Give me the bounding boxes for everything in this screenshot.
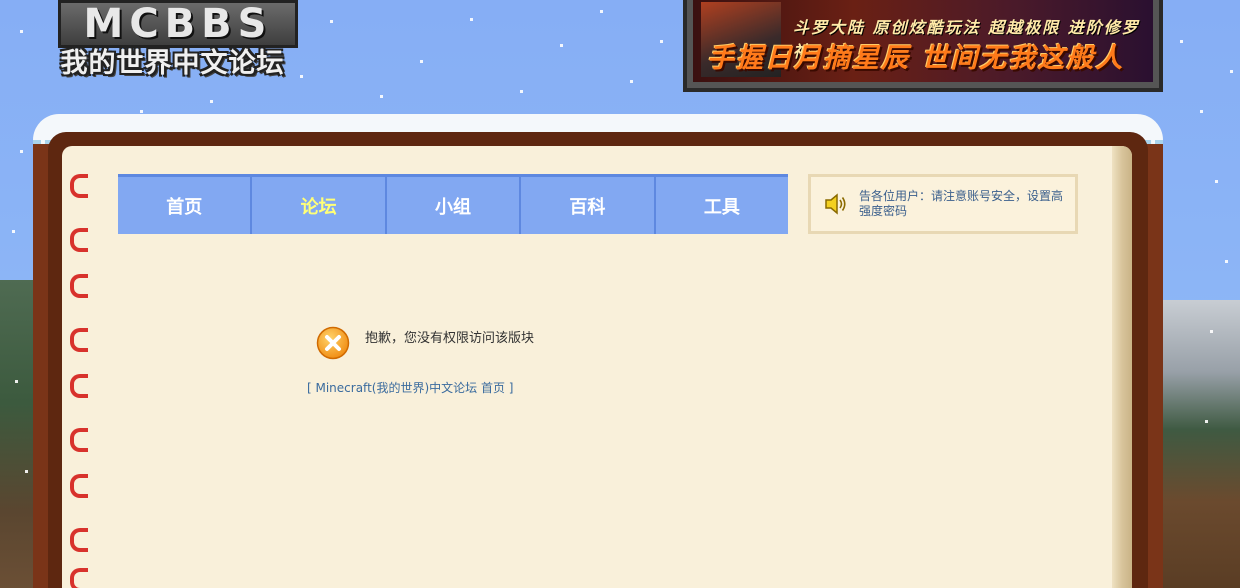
page-edge	[1112, 146, 1132, 588]
snowflake	[1200, 110, 1203, 113]
binding-ring	[70, 568, 88, 588]
snowflake	[470, 18, 473, 21]
snowflake	[330, 20, 333, 23]
snowflake	[140, 110, 143, 113]
error-x-icon	[316, 326, 350, 360]
speaker-icon	[825, 193, 846, 215]
nav-item-groups[interactable]: 小组	[386, 177, 522, 234]
binding-ring	[70, 474, 88, 498]
snowflake	[380, 95, 383, 98]
snowflake	[1215, 180, 1218, 183]
announcement-text[interactable]: 告各位用户：请注意账号安全，设置高强度密码	[859, 189, 1071, 219]
snowflake	[15, 380, 18, 383]
snowflake	[630, 80, 633, 83]
nav-item-home[interactable]: 首页	[118, 177, 253, 234]
snowflake	[1205, 420, 1208, 423]
snowflake	[12, 230, 15, 233]
error-message: 抱歉，您没有权限访问该版块	[365, 331, 535, 346]
snowflake	[520, 90, 523, 93]
snowflake	[1225, 260, 1228, 263]
book-binding	[70, 174, 90, 588]
snowflake	[1230, 70, 1233, 73]
binding-ring	[70, 228, 88, 252]
binding-ring	[70, 428, 88, 452]
announcement-box: 告各位用户：请注意账号安全，设置高强度密码	[808, 174, 1078, 234]
main-nav: 首页 论坛 小组 百科 工具	[118, 174, 789, 234]
binding-ring	[70, 374, 88, 398]
snowflake	[20, 30, 23, 33]
binding-ring	[70, 274, 88, 298]
snowflake	[660, 40, 663, 43]
snowflake	[20, 150, 23, 153]
snowflake	[1180, 40, 1183, 43]
binding-ring	[70, 328, 88, 352]
binding-ring	[70, 174, 88, 198]
nav-item-forum[interactable]: 论坛	[252, 177, 387, 234]
logo-top-text: MCBBS	[58, 0, 298, 48]
site-logo[interactable]: MCBBS 我的世界中文论坛	[40, 0, 305, 88]
logo-bottom-text: 我的世界中文论坛	[60, 48, 285, 79]
background-scenery-right	[1160, 300, 1240, 588]
snowflake	[600, 10, 603, 13]
snowflake	[1210, 330, 1213, 333]
binding-ring	[70, 528, 88, 552]
banner-headline: 手握日月摘星辰 世间无我这般人	[707, 43, 1125, 74]
banner-ad[interactable]: 斗罗大陆 原创炫酷玩法 超越极限 进阶修罗神 手握日月摘星辰 世间无我这般人	[683, 0, 1163, 92]
nav-item-wiki[interactable]: 百科	[521, 177, 656, 234]
banner-ad-inner: 斗罗大陆 原创炫酷玩法 超越极限 进阶修罗神 手握日月摘星辰 世间无我这般人	[693, 0, 1153, 82]
snowflake	[210, 100, 213, 103]
nav-item-tools[interactable]: 工具	[655, 177, 789, 234]
snowflake	[25, 470, 28, 473]
snowflake	[560, 44, 563, 47]
snowflake	[420, 60, 423, 63]
forum-home-link[interactable]: [ Minecraft(我的世界)中文论坛 首页 ]	[307, 379, 513, 396]
